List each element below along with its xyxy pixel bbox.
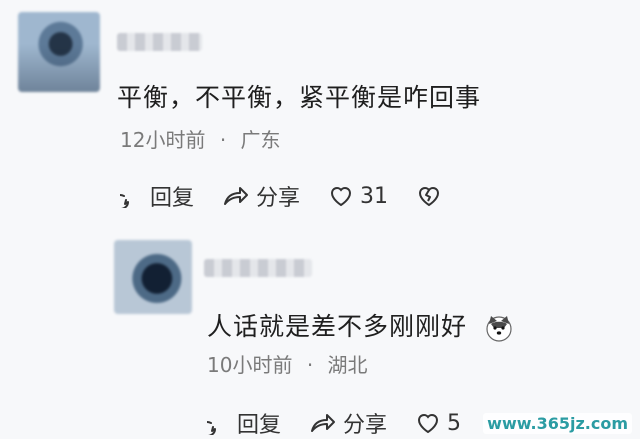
reply-avatar[interactable] (114, 240, 192, 314)
like-button[interactable]: 5 (415, 411, 461, 436)
husky-emoji-icon (486, 316, 512, 342)
heart-icon (331, 187, 352, 207)
comment-bubble-icon (120, 194, 130, 208)
reply-actions: 回复 分享 5 (207, 407, 489, 439)
comment-actions: 回复 分享 31 (120, 180, 476, 212)
comment-text: 平衡，不平衡，紧平衡是咋回事 (117, 83, 482, 112)
reply-button[interactable]: 回复 (120, 180, 194, 212)
reply-label: 回复 (150, 186, 195, 211)
share-button[interactable]: 分享 (222, 180, 300, 212)
reply-meta: 10小时前 · 湖北 (207, 349, 368, 378)
like-button[interactable]: 31 (328, 184, 388, 209)
share-label: 分享 (256, 186, 301, 211)
reply-location: 湖北 (327, 353, 368, 377)
share-arrow-icon (311, 414, 336, 432)
share-label: 分享 (343, 413, 388, 438)
reply-label: 回复 (237, 413, 282, 438)
broken-heart-icon (419, 187, 440, 207)
comment-time: 12小时前 (120, 128, 206, 152)
share-button[interactable]: 分享 (309, 407, 387, 439)
blurred-reply-username[interactable] (204, 259, 312, 277)
blurred-username[interactable] (117, 33, 202, 51)
reply-time: 10小时前 (207, 353, 293, 377)
comment-location: 广东 (240, 128, 281, 152)
heart-icon (418, 414, 439, 434)
comment-bubble-icon (207, 421, 217, 435)
reply-text: 人话就是差不多刚刚好 (207, 312, 468, 341)
meta-separator: · (219, 128, 227, 152)
reply-button[interactable]: 回复 (207, 407, 281, 439)
avatar[interactable] (18, 12, 100, 92)
dislike-button[interactable] (416, 184, 448, 208)
meta-separator: · (306, 353, 314, 377)
like-count: 31 (360, 183, 389, 209)
like-count: 5 (447, 410, 462, 436)
comment-meta: 12小时前 · 广东 (120, 124, 281, 153)
share-arrow-icon (224, 187, 249, 205)
site-watermark: www.365jz.com (483, 413, 632, 434)
reply-comment: 人话就是差不多刚刚好 (207, 307, 514, 343)
